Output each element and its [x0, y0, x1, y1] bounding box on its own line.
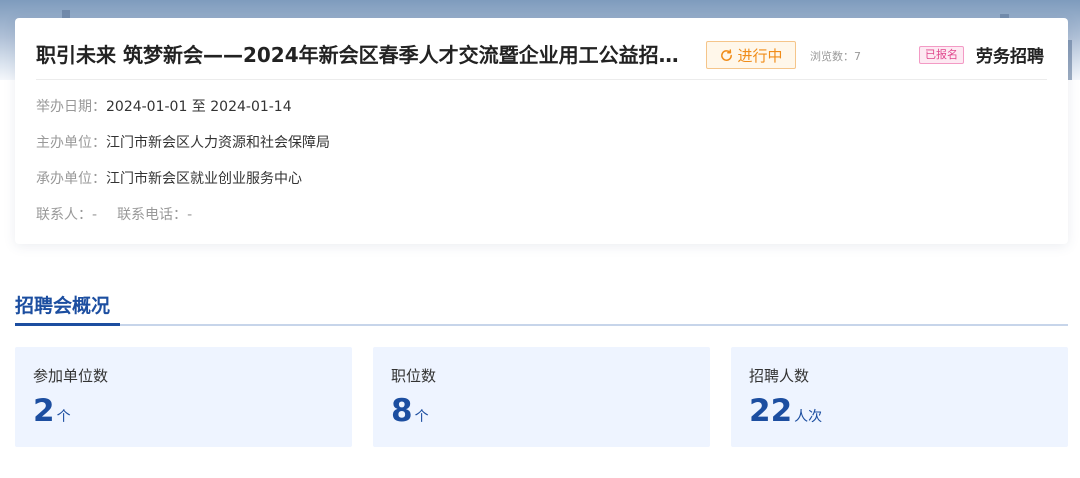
contact-value: - — [92, 207, 98, 223]
stat-label: 参加单位数 — [33, 367, 109, 385]
status-text: 进行中 — [737, 46, 783, 65]
organizer-label: 主办单位： — [36, 135, 106, 151]
stat-card-positions: 职位数 8个 — [373, 347, 710, 447]
fair-category: 劳务招聘 — [976, 47, 1044, 67]
phone-value: - — [187, 207, 193, 223]
date-label: 举办日期： — [36, 99, 106, 115]
job-fair-title[interactable]: 职引未来 筑梦新会——2024年新会区春季人才交流暨企业用工公益招聘会 — [36, 40, 681, 70]
view-count: 浏览数：7 — [810, 50, 861, 63]
stat-number: 22 — [749, 393, 793, 429]
divider — [36, 79, 1047, 80]
stat-value: 2个 — [33, 393, 71, 429]
stat-label: 职位数 — [391, 367, 437, 385]
date-value: 2024-01-01 至 2024-01-14 — [106, 99, 292, 115]
stat-unit: 个 — [414, 409, 429, 425]
stat-card-companies: 参加单位数 2个 — [15, 347, 352, 447]
contact-label: 联系人： — [36, 207, 92, 223]
job-fair-info-card: 职引未来 筑梦新会——2024年新会区春季人才交流暨企业用工公益招聘会 进行中 … — [15, 18, 1068, 244]
date-row: 举办日期：2024-01-01 至 2024-01-14 — [36, 96, 292, 116]
stat-unit: 个 — [56, 409, 71, 425]
stat-card-hires: 招聘人数 22 人次 — [731, 347, 1068, 447]
phone-label: 联系电话： — [117, 207, 188, 223]
status-badge: 进行中 — [706, 41, 796, 69]
refresh-icon — [721, 48, 733, 61]
stat-number: 8 — [391, 393, 413, 429]
undertaker-label: 承办单位： — [36, 171, 106, 187]
overview-section-title: 招聘会概况 — [15, 295, 111, 317]
stat-unit: 人次 — [794, 409, 823, 425]
stat-label: 招聘人数 — [749, 367, 810, 385]
contact-row: 联系人：- 联系电话：- — [36, 204, 192, 224]
organizer-value: 江门市新会区人力资源和社会保障局 — [106, 135, 330, 151]
registered-badge: 已报名 — [919, 46, 964, 64]
undertaker-value: 江门市新会区就业创业服务中心 — [106, 171, 302, 187]
organizer-row: 主办单位：江门市新会区人力资源和社会保障局 — [36, 132, 330, 152]
section-divider — [15, 324, 1068, 326]
stat-value: 8个 — [391, 393, 429, 429]
stat-value: 22 人次 — [749, 393, 822, 429]
undertaker-row: 承办单位：江门市新会区就业创业服务中心 — [36, 168, 302, 188]
section-title-underline — [15, 323, 120, 326]
stat-number: 2 — [33, 393, 55, 429]
